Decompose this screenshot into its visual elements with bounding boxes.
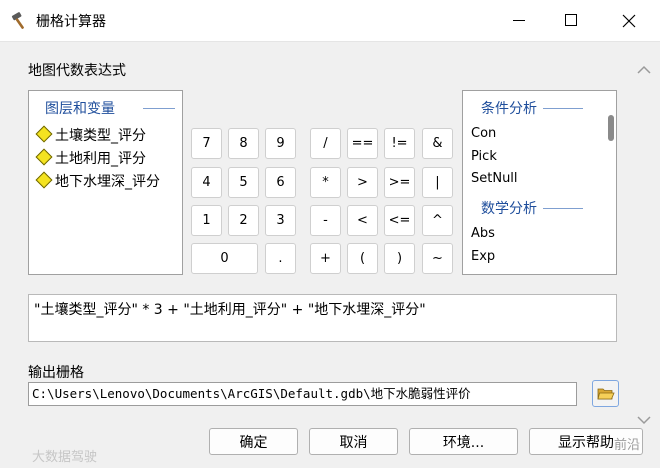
key-greater[interactable]: > <box>347 167 378 198</box>
window-title: 栅格计算器 <box>36 14 106 30</box>
environments-button[interactable]: 环境... <box>409 428 518 455</box>
tool-item-con[interactable]: Con <box>471 126 496 141</box>
raster-layer-icon <box>35 125 53 143</box>
scroll-up-button[interactable] <box>634 62 654 78</box>
key-less-equal[interactable]: <= <box>384 205 415 236</box>
tool-item-abs[interactable]: Abs <box>471 226 495 241</box>
watermark-right: 前沿 <box>614 438 641 453</box>
key-1[interactable]: 1 <box>191 205 222 236</box>
layers-panel-header: 图层和变量 <box>45 101 115 117</box>
output-raster-path-input[interactable]: C:\Users\Lenovo\Documents\ArcGIS\Default… <box>28 382 577 406</box>
key-7[interactable]: 7 <box>191 128 222 159</box>
hammer-icon <box>10 11 30 31</box>
output-raster-label: 输出栅格 <box>28 365 84 381</box>
layers-panel[interactable]: 图层和变量 土壤类型_评分 土地利用_评分 地下水埋深_评分 <box>28 90 183 275</box>
tools-panel-scrollbar[interactable] <box>608 115 614 141</box>
chevron-down-icon <box>637 416 651 425</box>
key-8[interactable]: 8 <box>228 128 259 159</box>
folder-open-icon <box>597 385 615 403</box>
raster-layer-icon <box>35 148 53 166</box>
key-not[interactable]: ~ <box>422 243 453 274</box>
chevron-up-icon <box>637 65 651 74</box>
expression-text: "土壤类型_评分" * 3 + "土地利用_评分" + "地下水埋深_评分" <box>34 302 426 318</box>
maximize-icon <box>565 14 577 26</box>
key-not-equal[interactable]: != <box>384 128 415 159</box>
cancel-button[interactable]: 取消 <box>309 428 398 455</box>
key-0[interactable]: 0 <box>191 243 258 274</box>
key-9[interactable]: 9 <box>265 128 296 159</box>
tools-group-header-conditional: 条件分析 <box>481 101 537 117</box>
key-greater-equal[interactable]: >= <box>384 167 415 198</box>
ok-button[interactable]: 确定 <box>209 428 298 455</box>
maximize-button[interactable] <box>548 0 594 42</box>
tool-item-setnull[interactable]: SetNull <box>471 171 518 186</box>
watermark-left: 大数据驾驶 <box>32 450 98 465</box>
key-plus[interactable]: + <box>310 243 341 274</box>
tools-header-divider <box>543 208 583 209</box>
key-6[interactable]: 6 <box>265 167 296 198</box>
tools-panel[interactable]: 条件分析 Con Pick SetNull 数学分析 Abs Exp <box>462 90 617 275</box>
key-divide[interactable]: / <box>310 128 341 159</box>
key-multiply[interactable]: * <box>310 167 341 198</box>
tool-item-pick[interactable]: Pick <box>471 149 497 164</box>
key-3[interactable]: 3 <box>265 205 296 236</box>
minimize-icon <box>513 20 525 21</box>
close-icon <box>620 12 638 30</box>
key-5[interactable]: 5 <box>228 167 259 198</box>
key-4[interactable]: 4 <box>191 167 222 198</box>
key-2[interactable]: 2 <box>228 205 259 236</box>
key-decimal[interactable]: . <box>265 243 296 274</box>
key-equal[interactable]: == <box>347 128 378 159</box>
title-bar: 栅格计算器 <box>0 0 660 42</box>
layers-header-divider <box>143 108 175 109</box>
key-and[interactable]: & <box>422 128 453 159</box>
key-less[interactable]: < <box>347 205 378 236</box>
tools-header-divider <box>543 108 583 109</box>
key-close-paren[interactable]: ) <box>384 243 415 274</box>
key-or[interactable]: | <box>422 167 453 198</box>
raster-layer-icon <box>35 171 53 189</box>
minimize-button[interactable] <box>496 0 542 42</box>
key-minus[interactable]: - <box>310 205 341 236</box>
expression-editor[interactable]: "土壤类型_评分" * 3 + "土地利用_评分" + "地下水埋深_评分" <box>28 294 617 342</box>
key-open-paren[interactable]: ( <box>347 243 378 274</box>
key-xor[interactable]: ^ <box>422 205 453 236</box>
browse-folder-button[interactable] <box>592 380 619 407</box>
tools-group-header-math: 数学分析 <box>481 201 537 217</box>
close-button[interactable] <box>606 0 652 42</box>
tool-item-exp[interactable]: Exp <box>471 249 495 264</box>
expression-section-label: 地图代数表达式 <box>28 63 126 79</box>
scroll-down-button[interactable] <box>634 412 654 428</box>
